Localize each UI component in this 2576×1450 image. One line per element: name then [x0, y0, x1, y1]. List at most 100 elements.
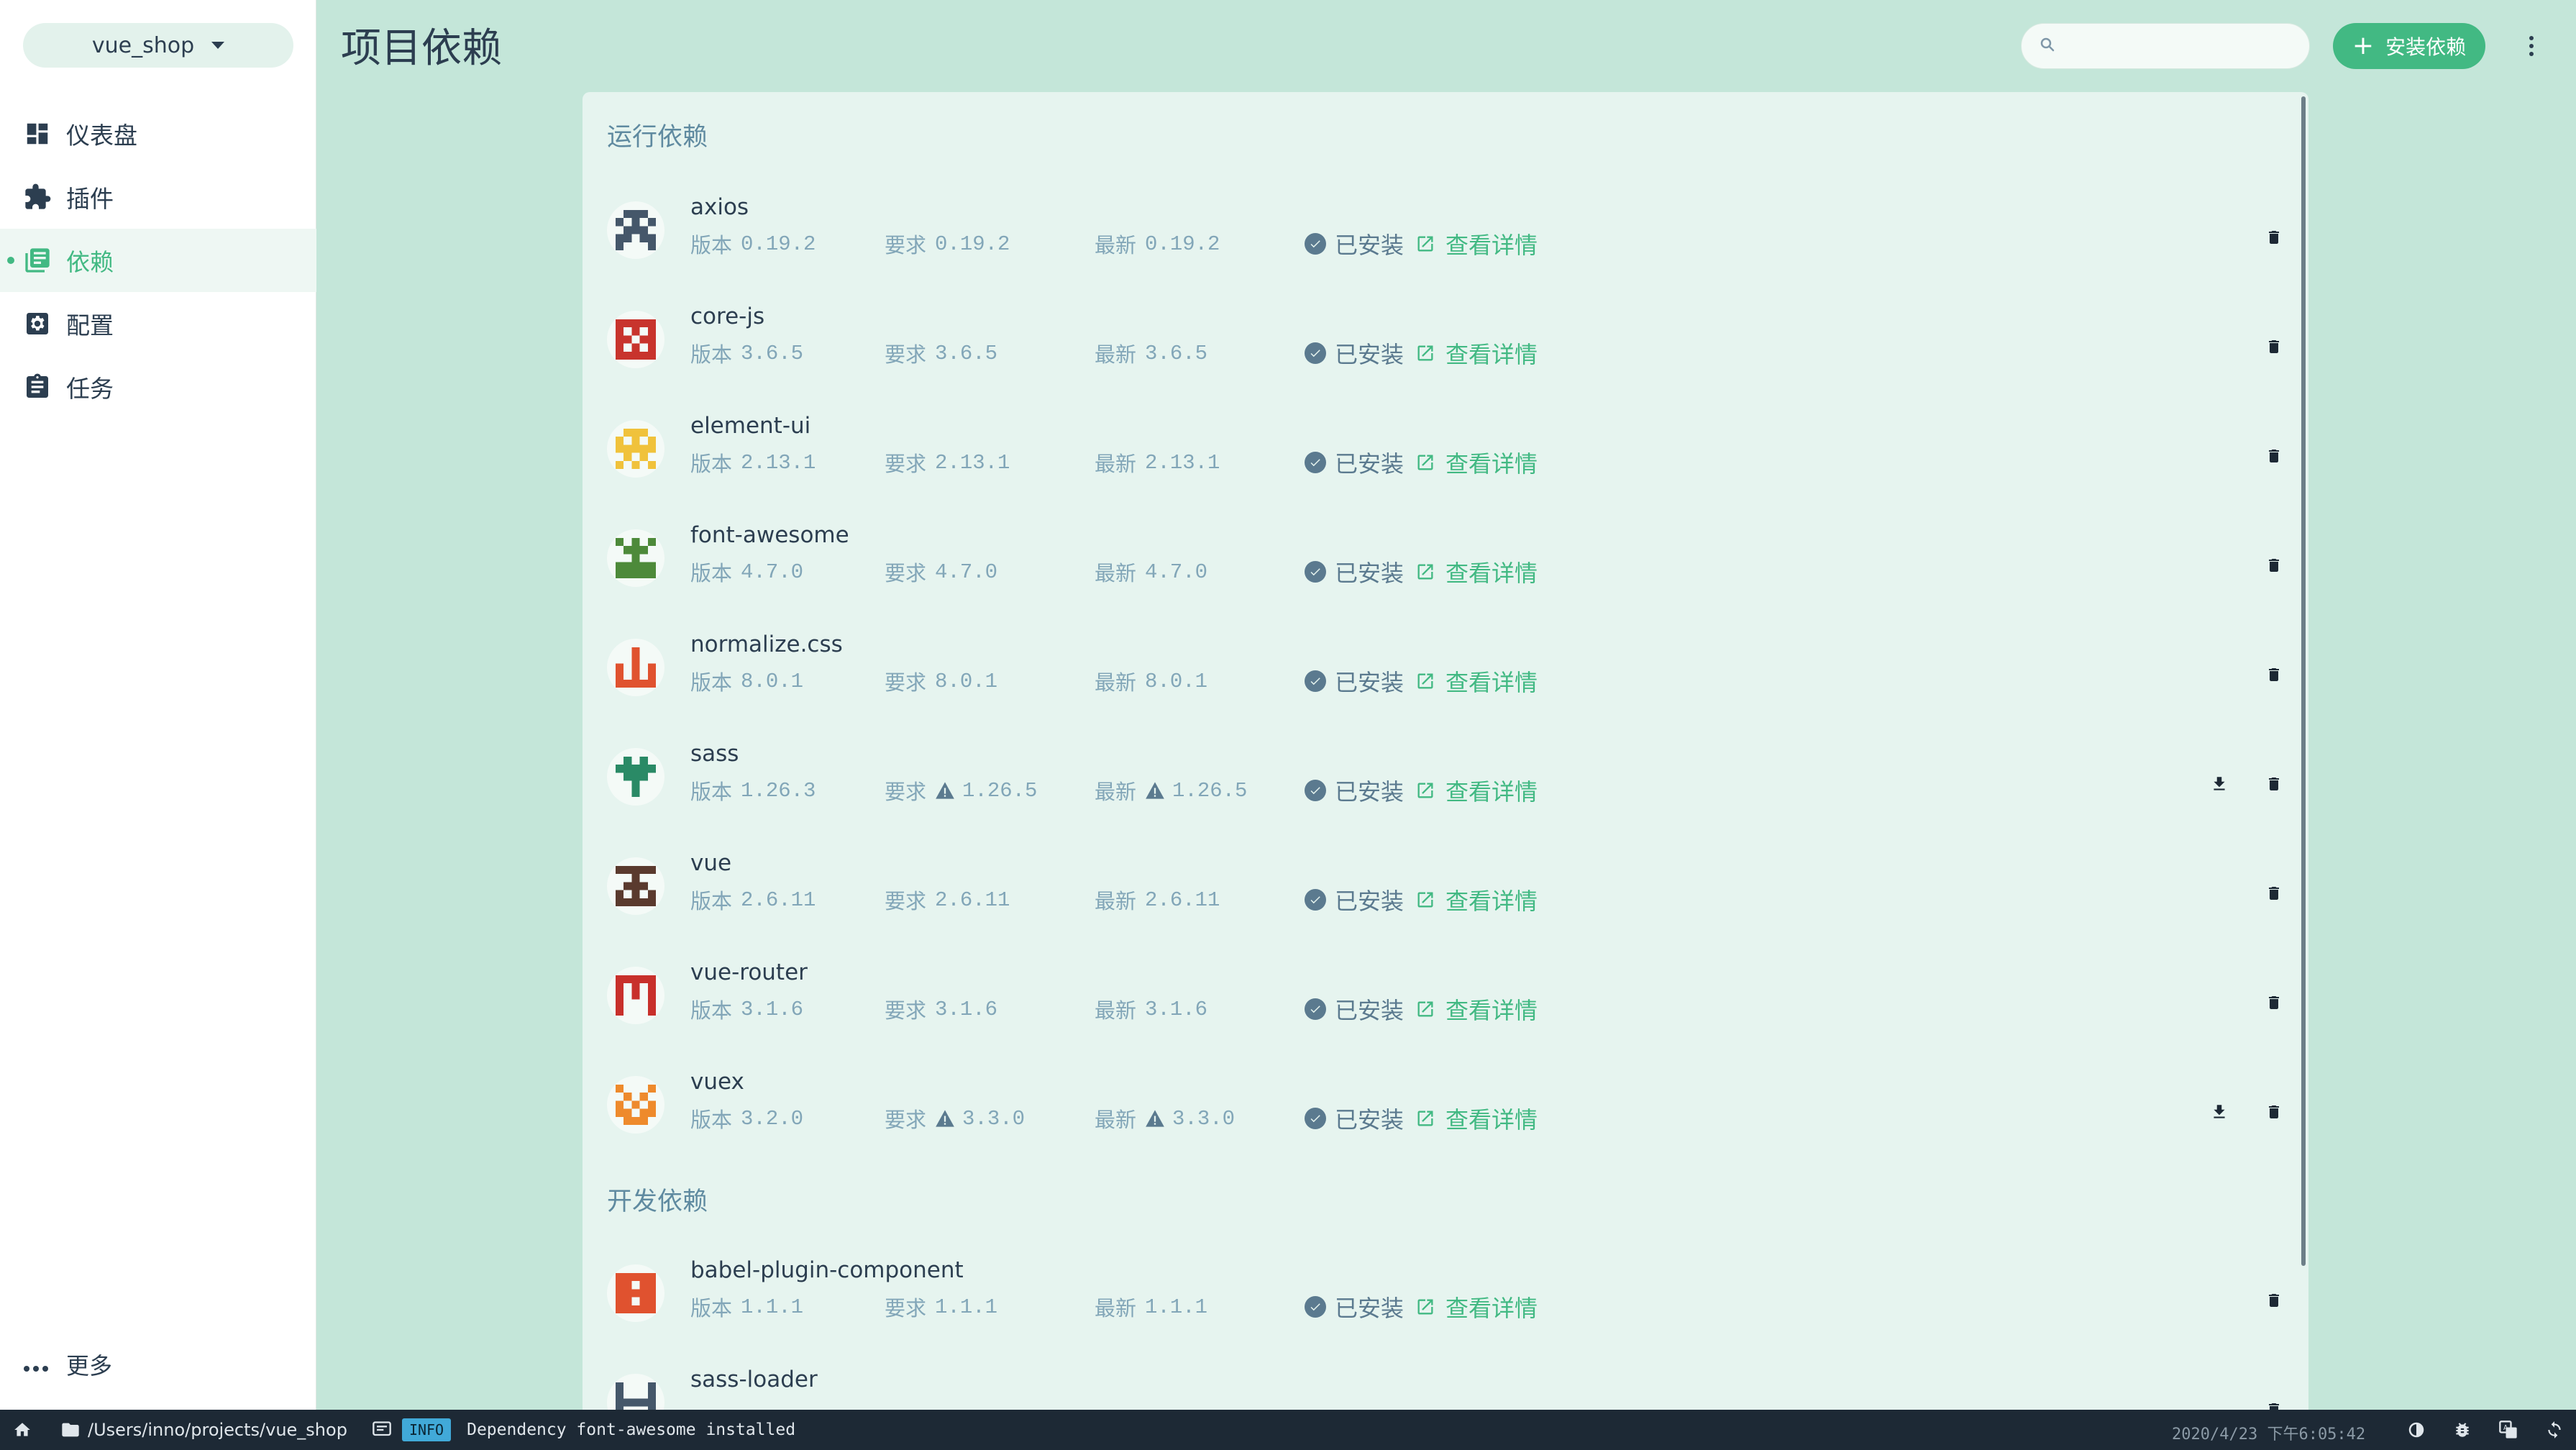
- sidebar-item-configuration[interactable]: 配置: [0, 292, 316, 355]
- status-bar: /Users/inno/projects/vue_shop INFO Depen…: [0, 1410, 2576, 1450]
- open-in-new-icon[interactable]: [1415, 452, 1435, 473]
- uninstall-dependency-button[interactable]: [2260, 990, 2288, 1018]
- sidebar-item-label: 任务: [66, 375, 114, 403]
- dependency-name[interactable]: vuex: [690, 1069, 744, 1095]
- view-details-link[interactable]: 查看详情: [1445, 337, 1538, 370]
- open-in-new-icon[interactable]: [1415, 1108, 1435, 1128]
- wanted-version-value: 2.6.11: [935, 888, 1010, 912]
- delete-icon: [2265, 665, 2283, 688]
- uninstall-dependency-button[interactable]: [2260, 662, 2288, 690]
- latest-version-value: 1.26.5: [1172, 778, 1248, 803]
- delete-icon: [2265, 1102, 2283, 1125]
- wanted-version-label: 要求: [885, 670, 927, 695]
- bug-icon[interactable]: [2452, 1420, 2472, 1440]
- view-details-link[interactable]: 查看详情: [1445, 665, 1538, 698]
- search-box[interactable]: [2021, 23, 2310, 69]
- update-dependency-button[interactable]: [2205, 771, 2234, 800]
- open-in-new-icon[interactable]: [1415, 343, 1435, 363]
- installed-label: 已安装: [1335, 778, 1405, 806]
- view-details-link[interactable]: 查看详情: [1445, 555, 1538, 588]
- installed-version-value: 0.19.2: [741, 232, 816, 256]
- sidebar-more[interactable]: 更多: [23, 1348, 112, 1381]
- install-status: 已安装 查看详情: [1305, 883, 1538, 916]
- installed-version: 版本 2.6.11: [690, 885, 816, 915]
- log-message[interactable]: Dependency font-awesome installed: [467, 1421, 795, 1439]
- package-avatar-icon: [607, 967, 664, 1024]
- installed-version: 版本 1.1.1: [690, 1292, 803, 1322]
- dependency-name[interactable]: element-ui: [690, 413, 810, 439]
- install-dependency-button[interactable]: + 安装依赖: [2333, 23, 2485, 69]
- update-dependency-button[interactable]: [2205, 1099, 2234, 1128]
- search-input[interactable]: [2068, 35, 2298, 58]
- installed-label: 已安装: [1335, 1295, 1405, 1322]
- view-details-link[interactable]: 查看详情: [1445, 446, 1538, 479]
- sidebar: vue_shop 仪表盘 插件 依赖 配置 任务 更多: [0, 0, 316, 1410]
- wanted-version: 要求 1.26.5: [885, 775, 1037, 806]
- latest-version-value: 3.3.0: [1172, 1106, 1236, 1131]
- sidebar-item-dependencies[interactable]: 依赖: [0, 229, 316, 292]
- dependency-name[interactable]: vue: [690, 850, 731, 876]
- package-avatar-icon: [607, 201, 664, 259]
- open-in-new-icon[interactable]: [1415, 1297, 1435, 1317]
- install-dependency-label: 安装依赖: [2385, 35, 2467, 59]
- home-icon[interactable]: [13, 1421, 35, 1439]
- latest-version-label: 最新: [1095, 1108, 1137, 1132]
- uninstall-dependency-button[interactable]: [2260, 443, 2288, 472]
- wanted-version: 要求 2.6.11: [885, 885, 1010, 915]
- view-details-link[interactable]: 查看详情: [1445, 883, 1538, 916]
- project-path[interactable]: /Users/inno/projects/vue_shop: [60, 1420, 347, 1440]
- dependency-name[interactable]: vue-router: [690, 959, 808, 985]
- open-in-new-icon[interactable]: [1415, 890, 1435, 910]
- installed-version: 版本 8.0.1: [690, 666, 803, 696]
- install-status: 已安装 查看详情: [1305, 446, 1538, 479]
- open-in-new-icon[interactable]: [1415, 671, 1435, 691]
- dependency-name[interactable]: sass-loader: [690, 1367, 818, 1392]
- open-in-new-icon[interactable]: [1415, 234, 1435, 254]
- view-details-link[interactable]: 查看详情: [1445, 993, 1538, 1026]
- project-selector[interactable]: vue_shop: [23, 23, 293, 68]
- uninstall-dependency-button[interactable]: [2260, 224, 2288, 253]
- delete-icon: [2265, 1290, 2283, 1313]
- uninstall-dependency-button[interactable]: [2260, 552, 2288, 581]
- view-details-link[interactable]: 查看详情: [1445, 227, 1538, 260]
- open-in-new-icon[interactable]: [1415, 780, 1435, 801]
- more-vert-icon[interactable]: [2517, 29, 2546, 63]
- scrollbar[interactable]: [2301, 96, 2306, 1266]
- uninstall-dependency-button[interactable]: [2260, 334, 2288, 362]
- install-status: 已安装 查看详情: [1305, 227, 1538, 260]
- log-icon[interactable]: [372, 1421, 392, 1438]
- sidebar-item-tasks[interactable]: 任务: [0, 355, 316, 419]
- dependency-name[interactable]: font-awesome: [690, 522, 849, 548]
- installed-label: 已安装: [1335, 450, 1405, 478]
- translate-icon[interactable]: A: [2498, 1420, 2518, 1440]
- install-status: 已安装 查看详情: [1305, 665, 1538, 698]
- view-details-link[interactable]: 查看详情: [1445, 1102, 1538, 1135]
- uninstall-dependency-button[interactable]: [2260, 771, 2288, 800]
- dependency-name[interactable]: sass: [690, 741, 739, 767]
- sidebar-item-dashboard[interactable]: 仪表盘: [0, 102, 316, 165]
- wanted-version-value: 1.1.1: [935, 1295, 998, 1319]
- installed-label: 已安装: [1335, 997, 1405, 1024]
- dependency-row: vue-router 版本 3.1.6 要求 3.1.6 最新 3.1.6 已安装 查看详情: [607, 949, 2290, 1059]
- uninstall-dependency-button[interactable]: [2260, 1287, 2288, 1316]
- uninstall-dependency-button[interactable]: [2260, 1397, 2288, 1410]
- uninstall-dependency-button[interactable]: [2260, 880, 2288, 909]
- dependency-name[interactable]: normalize.css: [690, 631, 843, 657]
- dependency-name[interactable]: babel-plugin-component: [690, 1257, 964, 1283]
- wanted-version: 要求 2.13.1: [885, 447, 1010, 478]
- uninstall-dependency-button[interactable]: [2260, 1099, 2288, 1128]
- dependency-name[interactable]: axios: [690, 194, 749, 220]
- view-details-link[interactable]: 查看详情: [1445, 774, 1538, 807]
- dependency-name[interactable]: core-js: [690, 304, 764, 329]
- open-in-new-icon[interactable]: [1415, 999, 1435, 1019]
- caret-down-icon: [211, 42, 225, 49]
- sidebar-item-plugins[interactable]: 插件: [0, 165, 316, 229]
- open-in-new-icon[interactable]: [1415, 562, 1435, 582]
- dark-mode-icon[interactable]: [2406, 1420, 2426, 1440]
- refresh-icon[interactable]: [2544, 1420, 2564, 1440]
- sidebar-nav: 仪表盘 插件 依赖 配置 任务: [0, 102, 316, 419]
- wanted-version: 要求 4.7.0: [885, 557, 997, 587]
- view-details-link[interactable]: 查看详情: [1445, 1290, 1538, 1323]
- warning-icon: [1145, 1109, 1165, 1128]
- latest-version-label: 最新: [1095, 452, 1137, 476]
